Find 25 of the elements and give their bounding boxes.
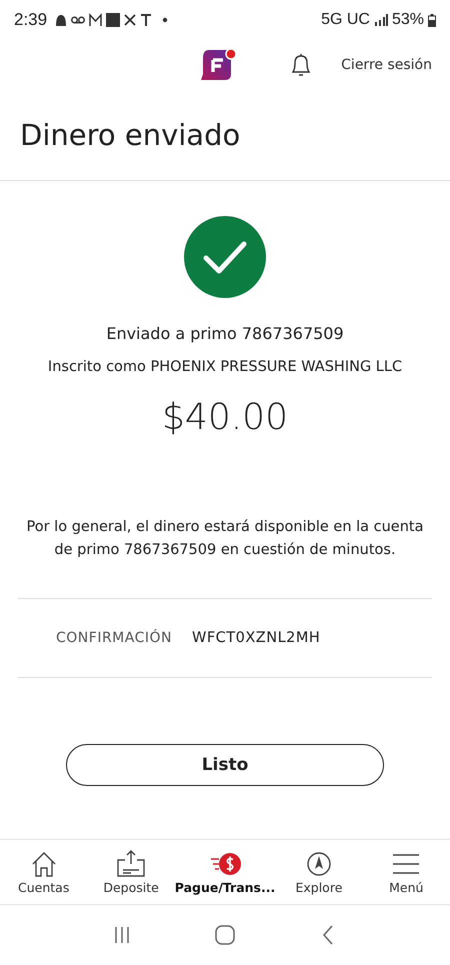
nav-tab[interactable]: Explore bbox=[275, 850, 363, 894]
battery-percent: 53% bbox=[392, 11, 424, 29]
amount-text: $40.00 bbox=[162, 397, 288, 438]
nav-tab[interactable]: Deposite bbox=[87, 850, 175, 894]
page-title: Dinero enviado bbox=[0, 90, 450, 181]
enrolled-name-text: Inscrito como PHOENIX PRESSURE WASHING LLC bbox=[48, 359, 402, 375]
home-icon[interactable] bbox=[214, 925, 235, 945]
more-notifications-icon bbox=[162, 17, 168, 23]
confirmation-number: WFCT0XZNL2MH bbox=[192, 630, 320, 646]
nav-tab[interactable]: Pague/Trans... bbox=[174, 850, 276, 894]
recipient-text: Enviado a primo 7867367509 bbox=[106, 324, 344, 343]
signal-icon bbox=[374, 14, 388, 26]
network-type: 5G UC bbox=[321, 11, 370, 29]
app-logo-icon bbox=[199, 48, 238, 82]
nav-tab[interactable]: Menú bbox=[362, 850, 450, 894]
mail-icon bbox=[89, 13, 102, 27]
confirmation-label: CONFIRMACIÓN bbox=[56, 630, 172, 646]
availability-note: Por lo general, el dinero estará disponible en la cuenta de primo 7867367509 en cuestión de minutos. bbox=[26, 518, 424, 560]
done-button[interactable]: Listo bbox=[66, 744, 384, 786]
square-app-icon bbox=[106, 13, 120, 27]
status-time: 2:39 bbox=[14, 10, 48, 30]
success-check-icon bbox=[184, 216, 266, 298]
nav-tab[interactable]: Cuentas bbox=[0, 850, 88, 894]
logout-link[interactable]: Cierre sesión bbox=[341, 57, 432, 73]
battery-icon bbox=[428, 14, 436, 26]
